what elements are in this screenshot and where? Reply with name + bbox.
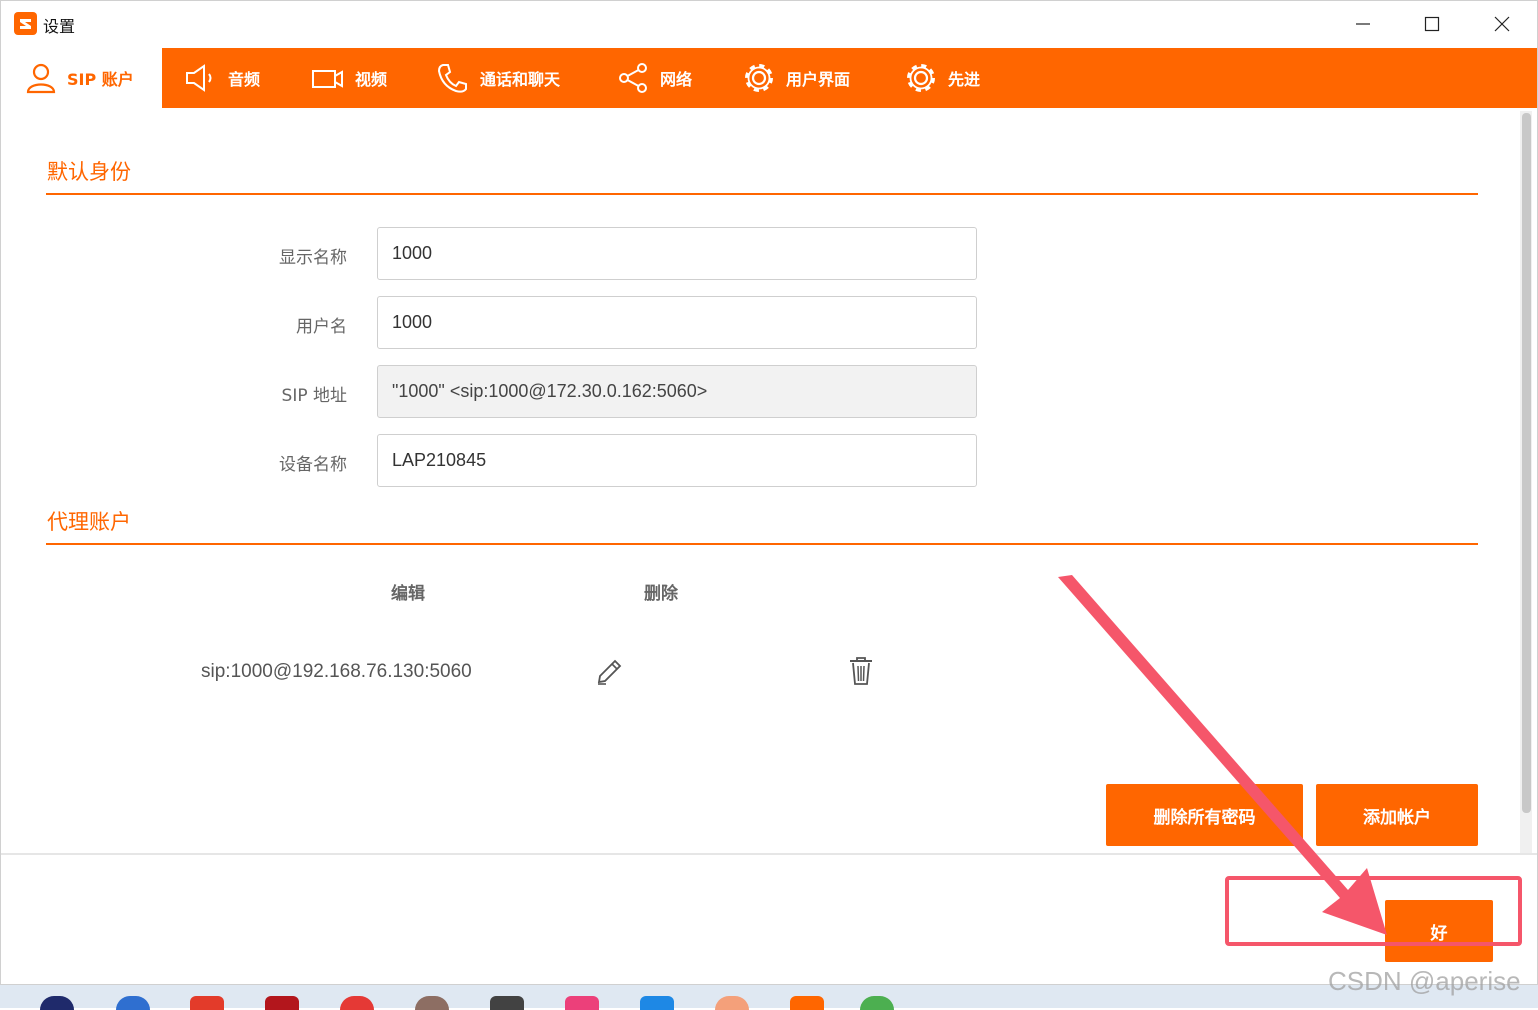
- delete-account-button[interactable]: [844, 654, 878, 688]
- close-button[interactable]: [1467, 1, 1537, 47]
- delete-all-passwords-button[interactable]: 删除所有密码: [1106, 784, 1303, 846]
- scrollbar-thumb[interactable]: [1522, 113, 1531, 813]
- tab-audio[interactable]: 音频: [184, 48, 260, 108]
- watermark-text: CSDN @aperise: [1328, 966, 1521, 996]
- title-bar: 设置: [1, 1, 1537, 47]
- username-input[interactable]: 1000: [377, 296, 977, 349]
- share-network-icon: [619, 63, 647, 93]
- tab-advanced[interactable]: 先进: [904, 48, 980, 108]
- tab-calls-chat[interactable]: 通话和聊天: [436, 48, 560, 108]
- taskbar: [0, 985, 1538, 1010]
- edit-column-header: 编辑: [391, 584, 425, 604]
- sip-address-field: "1000" <sip:1000@172.30.0.162:5060>: [377, 365, 977, 418]
- gear-icon: [745, 64, 773, 92]
- username-label: 用户名: [296, 317, 347, 337]
- gear-icon: [907, 64, 935, 92]
- proxy-account-address: sip:1000@192.168.76.130:5060: [201, 661, 472, 682]
- settings-tab-bar: SIP 账户 音频 视频 通话和聊天 网络 用户界面 先进: [1, 48, 1537, 108]
- trash-icon: [850, 657, 872, 685]
- device-name-input[interactable]: LAP210845: [377, 434, 977, 487]
- tab-sip-account[interactable]: SIP 账户: [1, 48, 162, 108]
- edit-account-button[interactable]: [592, 655, 626, 689]
- device-name-label: 设备名称: [279, 455, 347, 475]
- video-camera-icon: [312, 70, 343, 88]
- app-logo-icon: [14, 12, 37, 35]
- display-name-input[interactable]: 1000: [377, 227, 977, 280]
- footer-divider: [1, 853, 1537, 855]
- tab-video[interactable]: 视频: [311, 48, 387, 108]
- window-title: 设置: [43, 17, 76, 36]
- section-divider: [46, 193, 1478, 195]
- display-name-label: 显示名称: [279, 248, 347, 268]
- speaker-icon: [186, 64, 212, 92]
- pencil-icon: [597, 659, 622, 685]
- minimize-icon: [1356, 23, 1370, 25]
- maximize-icon: [1424, 16, 1440, 32]
- default-identity-heading: 默认身份: [47, 160, 131, 184]
- sip-address-label: SIP 地址: [281, 386, 347, 406]
- section-divider: [46, 543, 1478, 545]
- add-account-button[interactable]: 添加帐户: [1316, 784, 1478, 846]
- delete-column-header: 删除: [644, 584, 678, 604]
- annotation-highlight-box: [1225, 876, 1522, 946]
- maximize-button[interactable]: [1397, 1, 1467, 47]
- minimize-button[interactable]: [1328, 1, 1398, 47]
- close-icon: [1494, 16, 1510, 32]
- proxy-accounts-heading: 代理账户: [47, 510, 131, 534]
- tab-network[interactable]: 网络: [616, 48, 692, 108]
- phone-icon: [437, 64, 467, 93]
- settings-window: 设置 SIP 账户 音频 视频 通话和聊天 网络 用户界面 先进 默认身份 显示…: [0, 0, 1538, 985]
- tab-user-interface[interactable]: 用户界面: [742, 48, 850, 108]
- user-icon: [26, 63, 56, 94]
